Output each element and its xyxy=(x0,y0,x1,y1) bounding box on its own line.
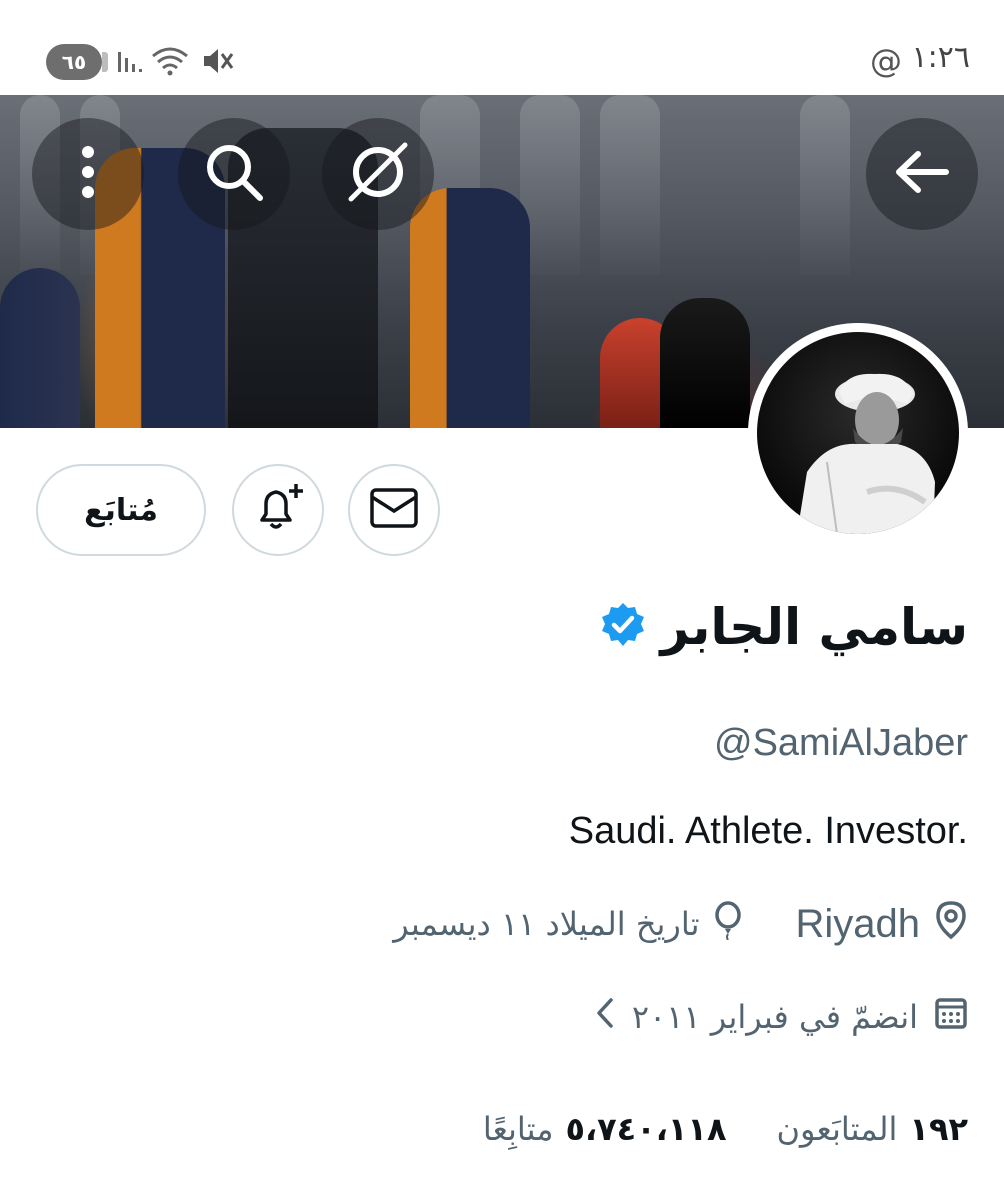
joined-row[interactable]: انضمّ في فبراير ٢٠١١ xyxy=(594,996,968,1038)
bio: Saudi. Athlete. Investor. xyxy=(568,810,968,852)
verified-badge-icon xyxy=(599,601,647,653)
notification-plus-icon xyxy=(250,480,306,540)
chevron-left-icon xyxy=(594,996,616,1038)
banner-figure xyxy=(410,188,530,428)
battery-cap xyxy=(102,52,108,72)
back-button[interactable] xyxy=(866,118,978,230)
location-icon xyxy=(934,900,968,948)
banner-figure xyxy=(0,268,80,428)
more-options-button[interactable] xyxy=(32,118,144,230)
birthday-text: تاريخ الميلاد ١١ ديسمبر xyxy=(393,905,700,943)
following-stat[interactable]: ١٩٢ المتابَعون xyxy=(776,1110,968,1148)
back-arrow-icon xyxy=(894,150,950,198)
status-bar: ٦٥ @ ١:٢٦ xyxy=(0,0,1004,95)
calendar-icon xyxy=(934,996,968,1038)
followers-label: متابِعًا xyxy=(482,1110,554,1148)
mail-icon xyxy=(369,487,419,533)
message-button[interactable] xyxy=(348,464,440,556)
clock: ١:٢٦ xyxy=(911,40,970,75)
banner-pillar xyxy=(600,95,660,275)
balloon-icon xyxy=(713,900,743,948)
stats-row: ١٩٢ المتابَعون ٥،٧٤٠،١١٨ متابِعًا xyxy=(483,1110,968,1148)
followers-count: ٥،٧٤٠،١١٨ xyxy=(565,1110,727,1148)
banner-figure xyxy=(660,298,750,428)
user-handle: @SamiAlJaber xyxy=(714,722,968,764)
at-icon: @ xyxy=(870,42,902,80)
avatar[interactable] xyxy=(748,323,968,543)
search-icon xyxy=(203,141,265,207)
followers-stat[interactable]: ٥،٧٤٠،١١٨ متابِعًا xyxy=(483,1110,727,1148)
grok-icon xyxy=(345,139,411,209)
banner-pillar xyxy=(800,95,850,275)
more-vert-icon xyxy=(78,144,98,204)
search-button[interactable] xyxy=(178,118,290,230)
battery-indicator: ٦٥ xyxy=(46,44,102,80)
display-name: سامي الجابر xyxy=(660,598,969,656)
location-text: Riyadh xyxy=(795,901,920,946)
wifi-icon xyxy=(150,44,190,78)
mute-icon xyxy=(200,44,234,78)
signal-icon xyxy=(116,44,146,78)
following-button[interactable]: مُتابَع xyxy=(36,464,206,556)
profile-meta-row: Riyadh تاريخ الميلاد ١١ ديسمبر xyxy=(393,900,968,948)
following-count: ١٩٢ xyxy=(909,1110,968,1148)
notifications-button[interactable] xyxy=(232,464,324,556)
grok-button[interactable] xyxy=(322,118,434,230)
avatar-image xyxy=(757,332,959,534)
following-label: المتابَعون xyxy=(776,1110,898,1148)
name-row: سامي الجابر xyxy=(599,598,969,656)
joined-text: انضمّ في فبراير ٢٠١١ xyxy=(631,998,918,1036)
